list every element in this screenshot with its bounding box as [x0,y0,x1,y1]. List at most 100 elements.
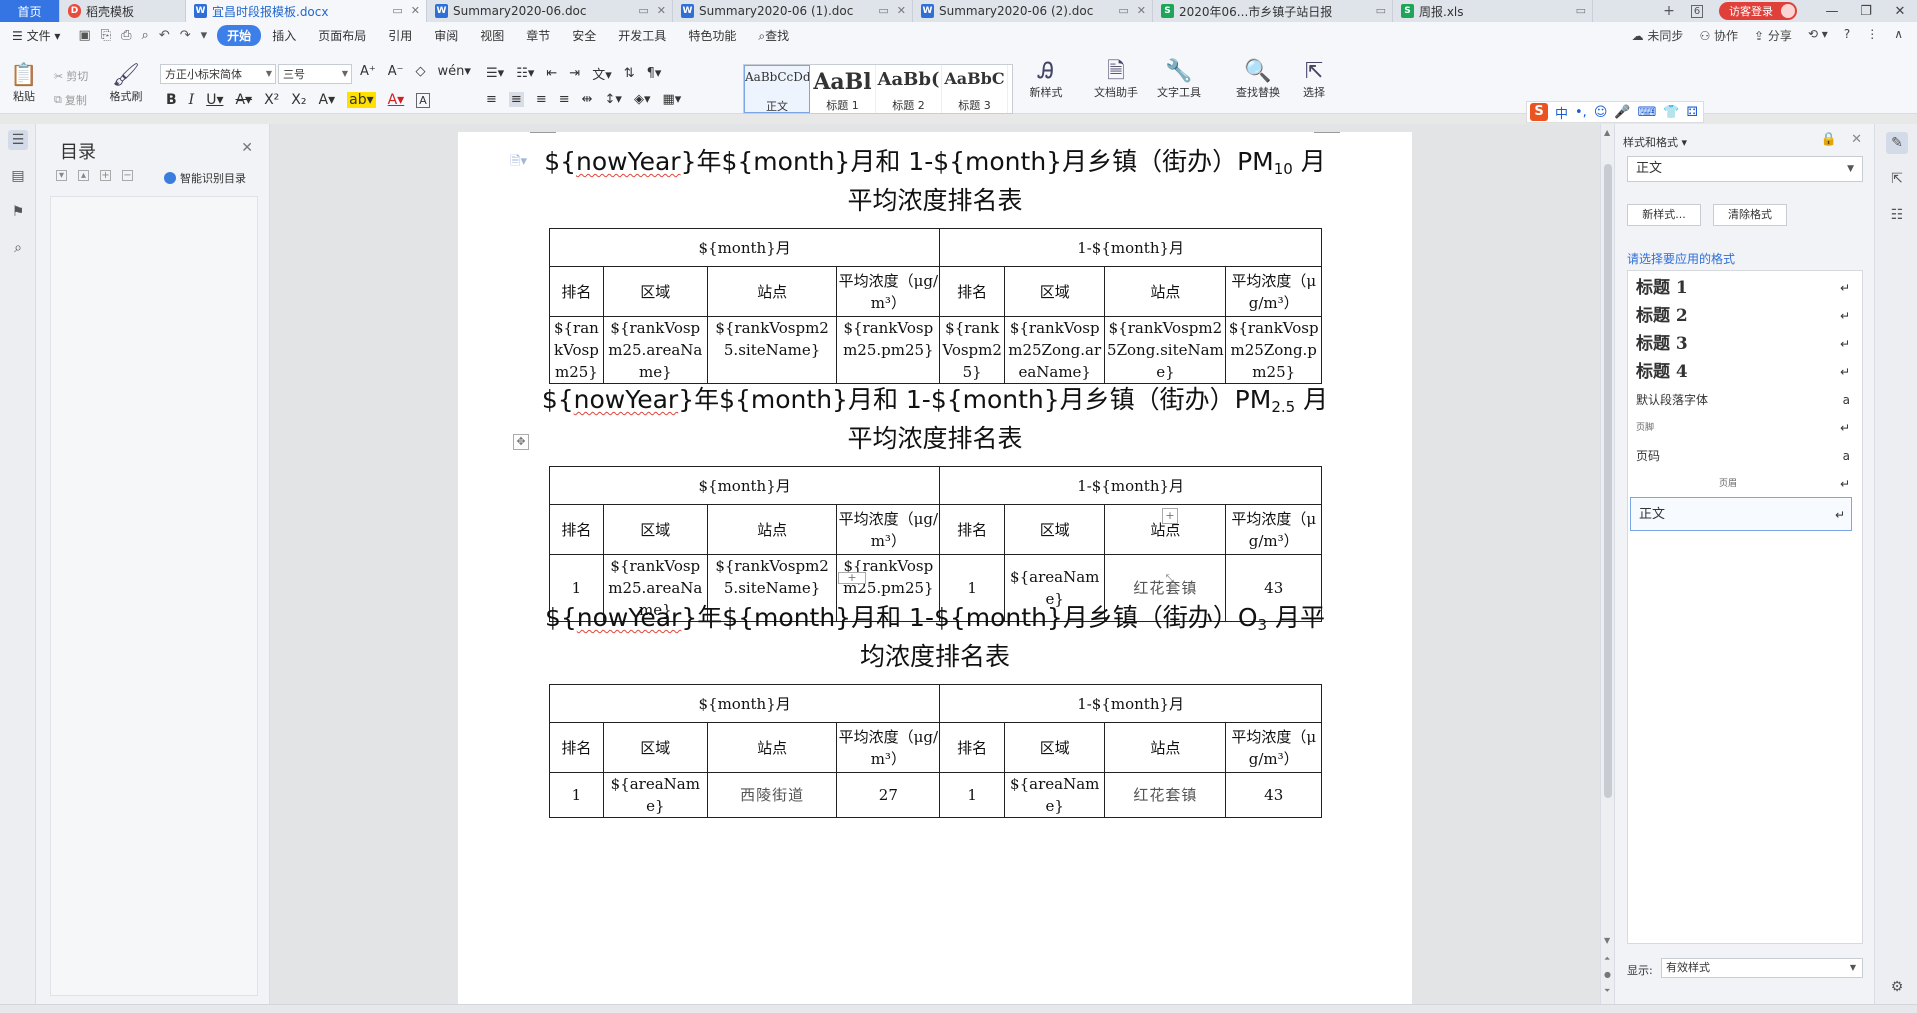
style-heading-2[interactable]: AaBb( 标题 2 [876,65,942,113]
sogou-logo-icon[interactable]: S [1530,103,1548,121]
header-cell[interactable]: 区域 [1004,722,1106,773]
data-cell[interactable]: ${rankVospm25Zong.pm25} [1225,316,1322,384]
group-header-cell[interactable]: ${month}月 [548,228,941,267]
decrease-indent-icon[interactable]: ⇤ [546,66,557,81]
header-cell[interactable]: 站点 [1104,722,1227,773]
group-header-cell[interactable]: ${month}月 [548,466,941,505]
header-cell[interactable]: 排名 [939,504,1006,555]
tab-document[interactable]: W Summary2020-06 (1).doc ▭ ✕ [673,0,913,22]
header-cell[interactable]: 排名 [549,504,604,555]
align-right-icon[interactable]: ≡ [536,92,547,107]
prev-page-icon[interactable]: ⏶ [1604,954,1610,964]
redo-icon[interactable]: ↷ [180,28,191,43]
menu-tab-layout[interactable]: 页面布局 [307,27,377,44]
smart-toc-button[interactable]: 智能识别目录 [164,170,246,186]
add-heading-icon[interactable]: + [100,170,111,181]
header-cell[interactable]: 区域 [602,266,708,317]
menu-tab-references[interactable]: 引用 [377,27,423,44]
style-list-item-selected[interactable]: 正文 ↵ [1630,497,1852,531]
strikethrough-icon[interactable]: A▾ [235,92,252,108]
tab-spreadsheet[interactable]: S 2020年06...市乡镇子站日报 ▭ [1153,0,1393,22]
find-replace-button[interactable]: 🔍 查找替换 [1226,60,1290,100]
underline-icon[interactable]: U▾ [206,92,223,108]
justify-icon[interactable]: ≡ [559,92,570,107]
emoji-icon[interactable]: ☺ [1594,105,1608,120]
tab-close-icon[interactable]: ✕ [411,4,420,17]
menu-tab-features[interactable]: 特色功能 [677,27,747,44]
copy-button[interactable]: ⧉ 复制 [54,92,87,108]
bookmark-icon[interactable]: ⚑ [8,202,28,222]
style-pen-icon[interactable]: ✎ [1886,132,1908,154]
header-cell[interactable]: 区域 [602,504,708,555]
table-move-handle-icon[interactable]: ✥ [513,434,529,450]
header-cell[interactable]: 区域 [602,722,708,773]
tab-docer[interactable]: D 稻壳模板 [60,0,186,22]
table-resize-icon[interactable]: ⤡ [1162,572,1178,588]
toolbox-icon[interactable]: ⚃ [1687,105,1698,120]
header-cell[interactable]: 排名 [939,266,1006,317]
document-page[interactable]: 🗎▾ ${nowYear}年${month}月和 1-${month}月乡镇（街… [458,132,1412,1004]
clear-format-icon[interactable]: ◇ [416,64,426,79]
scroll-down-icon[interactable]: ▼ [1604,936,1610,945]
borders-icon[interactable]: ▦▾ [662,92,681,107]
header-cell[interactable]: 排名 [939,722,1006,773]
menu-tab-home[interactable]: 开始 [217,24,262,46]
collapse-icon[interactable]: ▴ [78,170,89,181]
tab-counter[interactable]: 6 [1683,4,1711,18]
doc-helper-button[interactable]: 🗎 文档助手 [1088,60,1144,100]
more-icon[interactable]: ⋮ [1866,27,1878,44]
data-cell[interactable]: ${rankVospm25} [939,316,1006,384]
help-icon[interactable]: ? [1844,27,1850,44]
data-cell[interactable]: 27 [836,772,941,818]
group-header-cell[interactable]: 1-${month}月 [939,228,1322,267]
menu-tab-insert[interactable]: 插入 [261,27,307,44]
data-cell[interactable]: ${rankVospm25} [549,316,604,384]
header-cell[interactable]: 平均浓度（μg/m³） [1225,266,1322,317]
header-cell[interactable]: 排名 [549,266,604,317]
tab-pin-icon[interactable]: ▭ [1576,4,1586,17]
expand-icon[interactable]: ▾ [56,170,67,181]
char-border-icon[interactable]: A [416,92,430,108]
sort-icon[interactable]: ⇅ [624,66,635,81]
chapter-nav-icon[interactable]: ▤ [8,166,28,186]
show-marks-icon[interactable]: ¶▾ [647,66,662,81]
data-cell[interactable]: 1 [939,772,1006,818]
clear-format-button[interactable]: 清除格式 [1713,204,1787,226]
history-icon[interactable]: ⟲ ▾ [1808,27,1828,44]
align-center-icon[interactable]: ≡ [508,92,524,107]
style-list-item[interactable]: 页眉 ↵ [1628,467,1862,501]
group-header-cell[interactable]: 1-${month}月 [939,466,1322,505]
close-icon[interactable]: ✕ [241,140,253,156]
next-page-icon[interactable]: ⏷ [1604,986,1610,996]
tab-close-icon[interactable]: ✕ [897,4,906,17]
collaborate-button[interactable]: ⚇ 协作 [1699,27,1738,44]
tab-pin-icon[interactable]: ▭ [1118,4,1128,17]
tab-pin-icon[interactable]: ▭ [878,4,888,17]
save-icon[interactable]: ▣ [78,28,90,43]
close-icon[interactable]: ✕ [1851,132,1862,147]
restore-icon[interactable]: ❐ [1849,4,1883,19]
select-browse-icon[interactable]: ● [1604,970,1611,979]
skin-icon[interactable]: 👕 [1663,105,1679,120]
add-column-icon[interactable]: + [1162,508,1178,524]
header-cell[interactable]: 站点 [706,266,838,317]
new-style-panel-button[interactable]: 新样式... [1627,204,1701,226]
scroll-up-icon[interactable]: ▲ [1604,128,1610,137]
tab-spreadsheet[interactable]: S 周报.xls ▭ [1393,0,1593,22]
tab-document[interactable]: W Summary2020-06 (2).doc ▭ ✕ [913,0,1153,22]
numbering-icon[interactable]: ☷▾ [516,66,534,81]
menu-tab-review[interactable]: 审阅 [423,27,469,44]
current-style-select[interactable]: 正文 ▼ [1627,156,1863,182]
toc-nav-icon[interactable]: ☰ [8,130,28,150]
superscript-icon[interactable]: X² [264,92,279,108]
close-window-icon[interactable]: ✕ [1883,4,1917,19]
data-cell[interactable]: ${rankVospm25.pm25} [836,316,941,384]
line-spacing-icon[interactable]: ↕▾ [605,92,622,107]
settings-sliders-icon[interactable]: ☷ [1886,204,1908,226]
header-cell[interactable]: 平均浓度（μg/m³） [1225,722,1322,773]
file-menu[interactable]: ☰ 文件 ▾ [0,27,68,44]
font-size-select[interactable]: 三号 ▼ [278,64,352,84]
tab-pin-icon[interactable]: ▭ [638,4,648,17]
highlight-icon[interactable]: ab▾ [347,92,376,108]
undo-icon[interactable]: ↶ [159,28,170,43]
